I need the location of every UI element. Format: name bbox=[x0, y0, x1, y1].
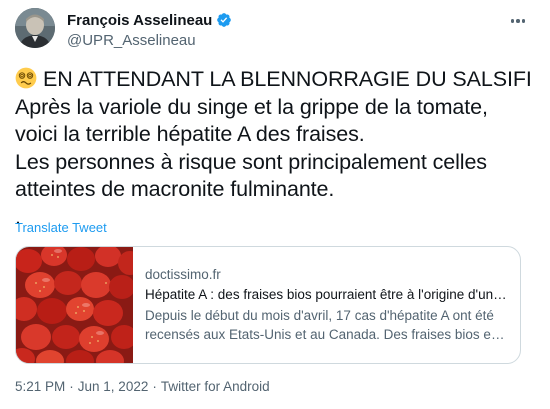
card-description-line: Depuis le début du mois d'avril, 17 cas … bbox=[145, 308, 494, 323]
author-name[interactable]: François Asselineau bbox=[67, 12, 212, 29]
tweet-date[interactable]: Jun 1, 2022 bbox=[78, 379, 149, 394]
more-options-icon[interactable] bbox=[508, 14, 528, 28]
author-handle[interactable]: @UPR_Asselineau bbox=[67, 32, 232, 49]
link-preview-card[interactable]: doctissimo.fr Hépatite A : des fraises b… bbox=[15, 246, 521, 364]
tweet-time[interactable]: 5:21 PM bbox=[15, 379, 65, 394]
avatar[interactable] bbox=[15, 8, 55, 48]
card-description-line: recensés aux Etats-Unis et au Canada. De… bbox=[145, 327, 509, 342]
verified-badge-icon bbox=[216, 12, 232, 28]
tweet-text: EN ATTENDANT LA BLENNORRAGIE DU SALSIFI … bbox=[15, 66, 535, 231]
card-title: Hépatite A : des fraises bios pourraient… bbox=[145, 287, 509, 302]
meta-separator: · bbox=[69, 379, 74, 394]
author-block: François Asselineau @UPR_Asselineau bbox=[67, 11, 232, 49]
tweet-body: EN ATTENDANT LA BLENNORRAGIE DU SALSIFI … bbox=[15, 67, 532, 229]
woozy-face-icon bbox=[15, 67, 37, 89]
meta-separator: · bbox=[152, 379, 157, 394]
card-domain: doctissimo.fr bbox=[145, 267, 221, 282]
strawberries-image[interactable] bbox=[16, 247, 142, 363]
tweet-meta: 5:21 PM · Jun 1, 2022 · Twitter for Andr… bbox=[15, 379, 270, 394]
tweet-source[interactable]: Twitter for Android bbox=[161, 379, 270, 394]
translate-tweet-link[interactable]: Translate Tweet bbox=[15, 220, 107, 235]
card-description: Depuis le début du mois d'avril, 17 cas … bbox=[145, 306, 509, 344]
